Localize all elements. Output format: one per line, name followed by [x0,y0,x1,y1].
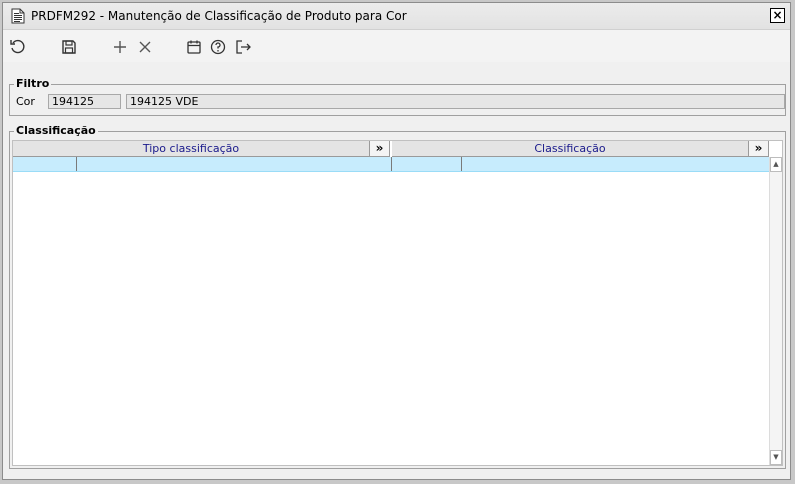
filter-group: Filtro Cor 194125 194125 VDE [9,77,786,116]
help-icon[interactable] [209,38,227,56]
cor-label: Cor [16,95,35,108]
column-expand-button[interactable]: » [749,141,769,157]
scroll-down-icon[interactable]: ▼ [770,450,782,465]
document-icon [11,8,25,24]
scroll-up-icon[interactable]: ▲ [770,157,782,172]
cor-code-field[interactable]: 194125 [48,94,121,109]
column-header-tipo-classificacao[interactable]: Tipo classificação [13,141,370,157]
window-title: PRDFM292 - Manutenção de Classificação d… [31,9,407,23]
table-cell[interactable] [462,157,769,171]
classification-grid: Tipo classificação » Classificação » ▲ ▼ [12,140,783,466]
table-cell[interactable] [392,157,462,171]
column-header-classificacao[interactable]: Classificação [392,141,749,157]
toolbar [3,30,790,62]
main-window: PRDFM292 - Manutenção de Classificação d… [2,2,791,480]
title-bar: PRDFM292 - Manutenção de Classificação d… [3,3,790,30]
table-row[interactable] [13,157,769,172]
calendar-icon[interactable] [185,38,203,56]
exit-icon[interactable] [234,38,252,56]
classification-legend: Classificação [14,124,98,137]
table-cell[interactable] [77,157,392,171]
cor-description-field: 194125 VDE [126,94,785,109]
column-expand-button[interactable]: » [370,141,390,157]
add-icon[interactable] [111,38,129,56]
save-icon[interactable] [60,38,78,56]
vertical-scrollbar[interactable]: ▲ ▼ [769,157,782,465]
cancel-icon[interactable] [136,38,154,56]
filter-legend: Filtro [14,77,52,90]
refresh-icon[interactable] [9,38,27,56]
close-button[interactable]: × [770,8,785,23]
table-cell[interactable] [13,157,77,171]
